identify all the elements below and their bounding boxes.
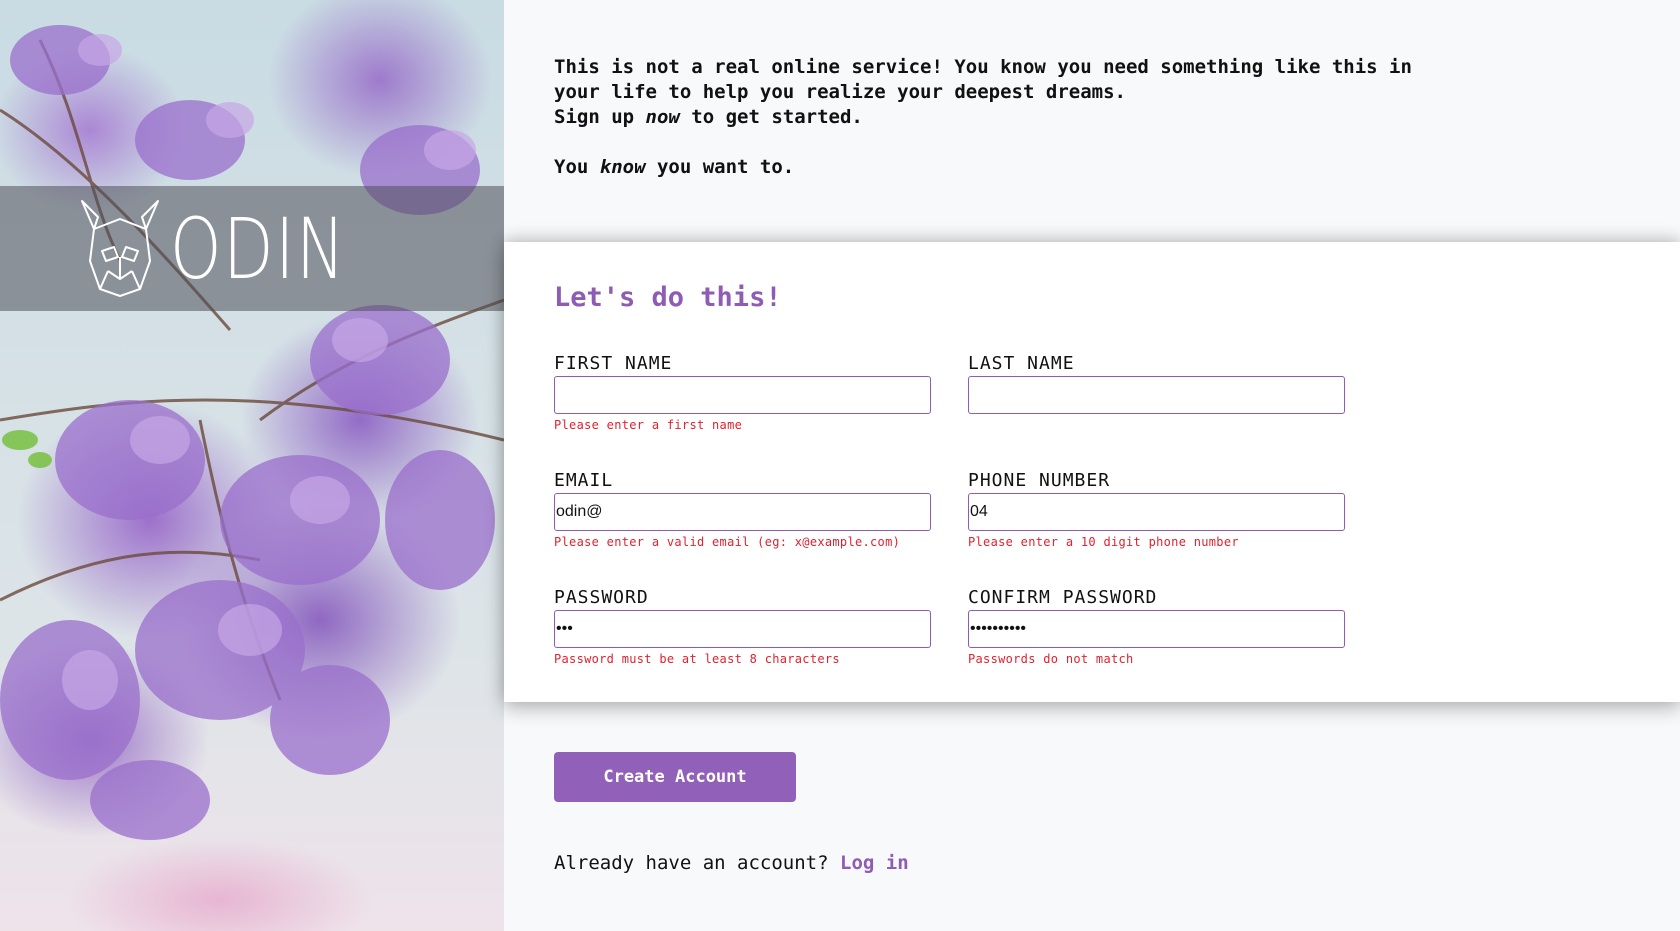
email-label: EMAIL [554,470,614,491]
phone-error: Please enter a 10 digit phone number [968,535,1239,549]
email-group: EMAIL Please enter a valid email (eg: x@… [554,469,931,549]
viking-helmet-icon [80,199,159,297]
intro-line-3-emphasis: now [645,106,680,128]
password-input[interactable] [554,610,931,648]
hero-image-panel: ODIN [0,0,504,931]
first-name-input[interactable] [554,376,931,414]
intro-line-4-start: You [554,156,600,178]
last-name-group: LAST NAME [968,352,1345,414]
phone-group: PHONE NUMBER Please enter a 10 digit pho… [968,469,1345,549]
login-link[interactable]: Log in [840,852,909,874]
intro-spacer [554,130,1454,155]
intro-line-4: You know you want to. [554,155,1454,180]
login-prompt-text: Already have an account? [554,852,829,874]
email-input[interactable] [554,493,931,531]
phone-input[interactable] [968,493,1345,531]
phone-label: PHONE NUMBER [968,470,1111,491]
intro-line-1: This is not a real online service! You k… [554,56,1412,78]
intro-line-3-start: Sign up [554,106,646,128]
intro-line-3: Sign up now to get started. [554,105,1454,130]
confirm-password-group: CONFIRM PASSWORD Passwords do not match [968,586,1345,666]
create-account-button[interactable]: Create Account [554,752,796,802]
brand-banner: ODIN [0,186,504,311]
brand-logo: ODIN [78,199,396,299]
intro-line-3-end: to get started. [679,106,863,128]
signup-form-card: Let's do this! FIRST NAME Please enter a… [504,242,1680,702]
email-error: Please enter a valid email (eg: x@exampl… [554,535,901,549]
intro-line-4-emphasis: know [599,156,646,178]
form-title: Let's do this! [554,282,782,313]
last-name-label: LAST NAME [968,353,1075,374]
confirm-password-input[interactable] [968,610,1345,648]
last-name-input[interactable] [968,376,1345,414]
first-name-group: FIRST NAME Please enter a first name [554,352,931,432]
login-prompt: Already have an account? Log in [554,852,909,874]
password-error: Password must be at least 8 characters [554,652,840,666]
password-label: PASSWORD [554,587,649,608]
first-name-label: FIRST NAME [554,353,673,374]
password-group: PASSWORD Password must be at least 8 cha… [554,586,931,666]
intro-line-4-end: you want to. [645,156,795,178]
first-name-error: Please enter a first name [554,418,743,432]
intro-text: This is not a real online service! You k… [554,55,1454,180]
confirm-password-error: Passwords do not match [968,652,1134,666]
confirm-password-label: CONFIRM PASSWORD [968,587,1158,608]
intro-line-2: your life to help you realize your deepe… [554,81,1126,103]
brand-name: ODIN [169,199,347,298]
flower-branches-image [0,25,504,840]
